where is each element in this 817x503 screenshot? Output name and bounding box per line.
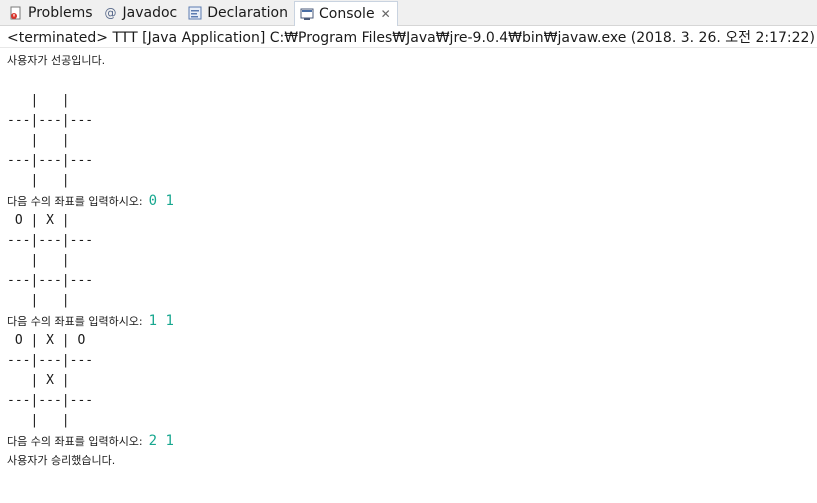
console-process-title: <terminated> TTT [Java Application] C:₩P… [0,26,817,48]
board-row: | | [7,93,70,108]
at-icon: @ [104,5,117,20]
prompt-line: 다음 수의 좌표를 입력하시오: 1 1 [7,311,817,331]
user-input: 2 1 [148,433,174,449]
tab-label: Declaration [207,4,288,21]
board-row: | | [7,293,70,308]
close-icon[interactable]: ✕ [381,7,391,21]
tab-declaration[interactable]: Declaration [183,0,294,25]
prompt-line: 다음 수의 좌표를 입력하시오: 0 1 [7,191,817,211]
board-separator: ---|---|--- [7,393,94,408]
tab-label: Problems [28,4,93,21]
tab-javadoc[interactable]: @ Javadoc [99,0,184,25]
prompt-line: 다음 수의 좌표를 입력하시오: 2 1 [7,431,817,451]
board-separator: ---|---|--- [7,153,94,168]
board-row: O | X | O [7,333,86,348]
board-row: | | [7,413,70,428]
prompt-text: 다음 수의 좌표를 입력하시오: [7,195,143,208]
console-icon [299,6,315,22]
prompt-text: 다음 수의 좌표를 입력하시오: [7,435,143,448]
declaration-icon [187,5,203,21]
user-input: 1 1 [148,313,174,329]
eclipse-console-view: Problems @ Javadoc Declaration Console ✕… [0,0,817,503]
problems-icon [8,5,24,21]
board-separator: ---|---|--- [7,233,94,248]
tab-label: Console [318,6,375,22]
console-output[interactable]: 사용자가 선공입니다. | | ---|---|--- | | ---|---|… [0,48,817,471]
tab-label: Javadoc [122,4,178,21]
board-separator: ---|---|--- [7,113,94,128]
console-line: 사용자가 선공입니다. [7,54,106,67]
board-row: | | [7,253,70,268]
board-row: | | [7,173,70,188]
board-row: | X | [7,373,70,388]
view-tab-bar: Problems @ Javadoc Declaration Console ✕ [0,0,817,26]
board-separator: ---|---|--- [7,353,94,368]
user-input: 0 1 [148,193,174,209]
tab-problems[interactable]: Problems [4,0,99,25]
board-separator: ---|---|--- [7,273,94,288]
console-line: 사용자가 승리했습니다. [7,454,116,467]
board-row: O | X | [7,213,70,228]
prompt-text: 다음 수의 좌표를 입력하시오: [7,315,143,328]
board-row: | | [7,133,70,148]
tab-console[interactable]: Console ✕ [293,1,398,26]
